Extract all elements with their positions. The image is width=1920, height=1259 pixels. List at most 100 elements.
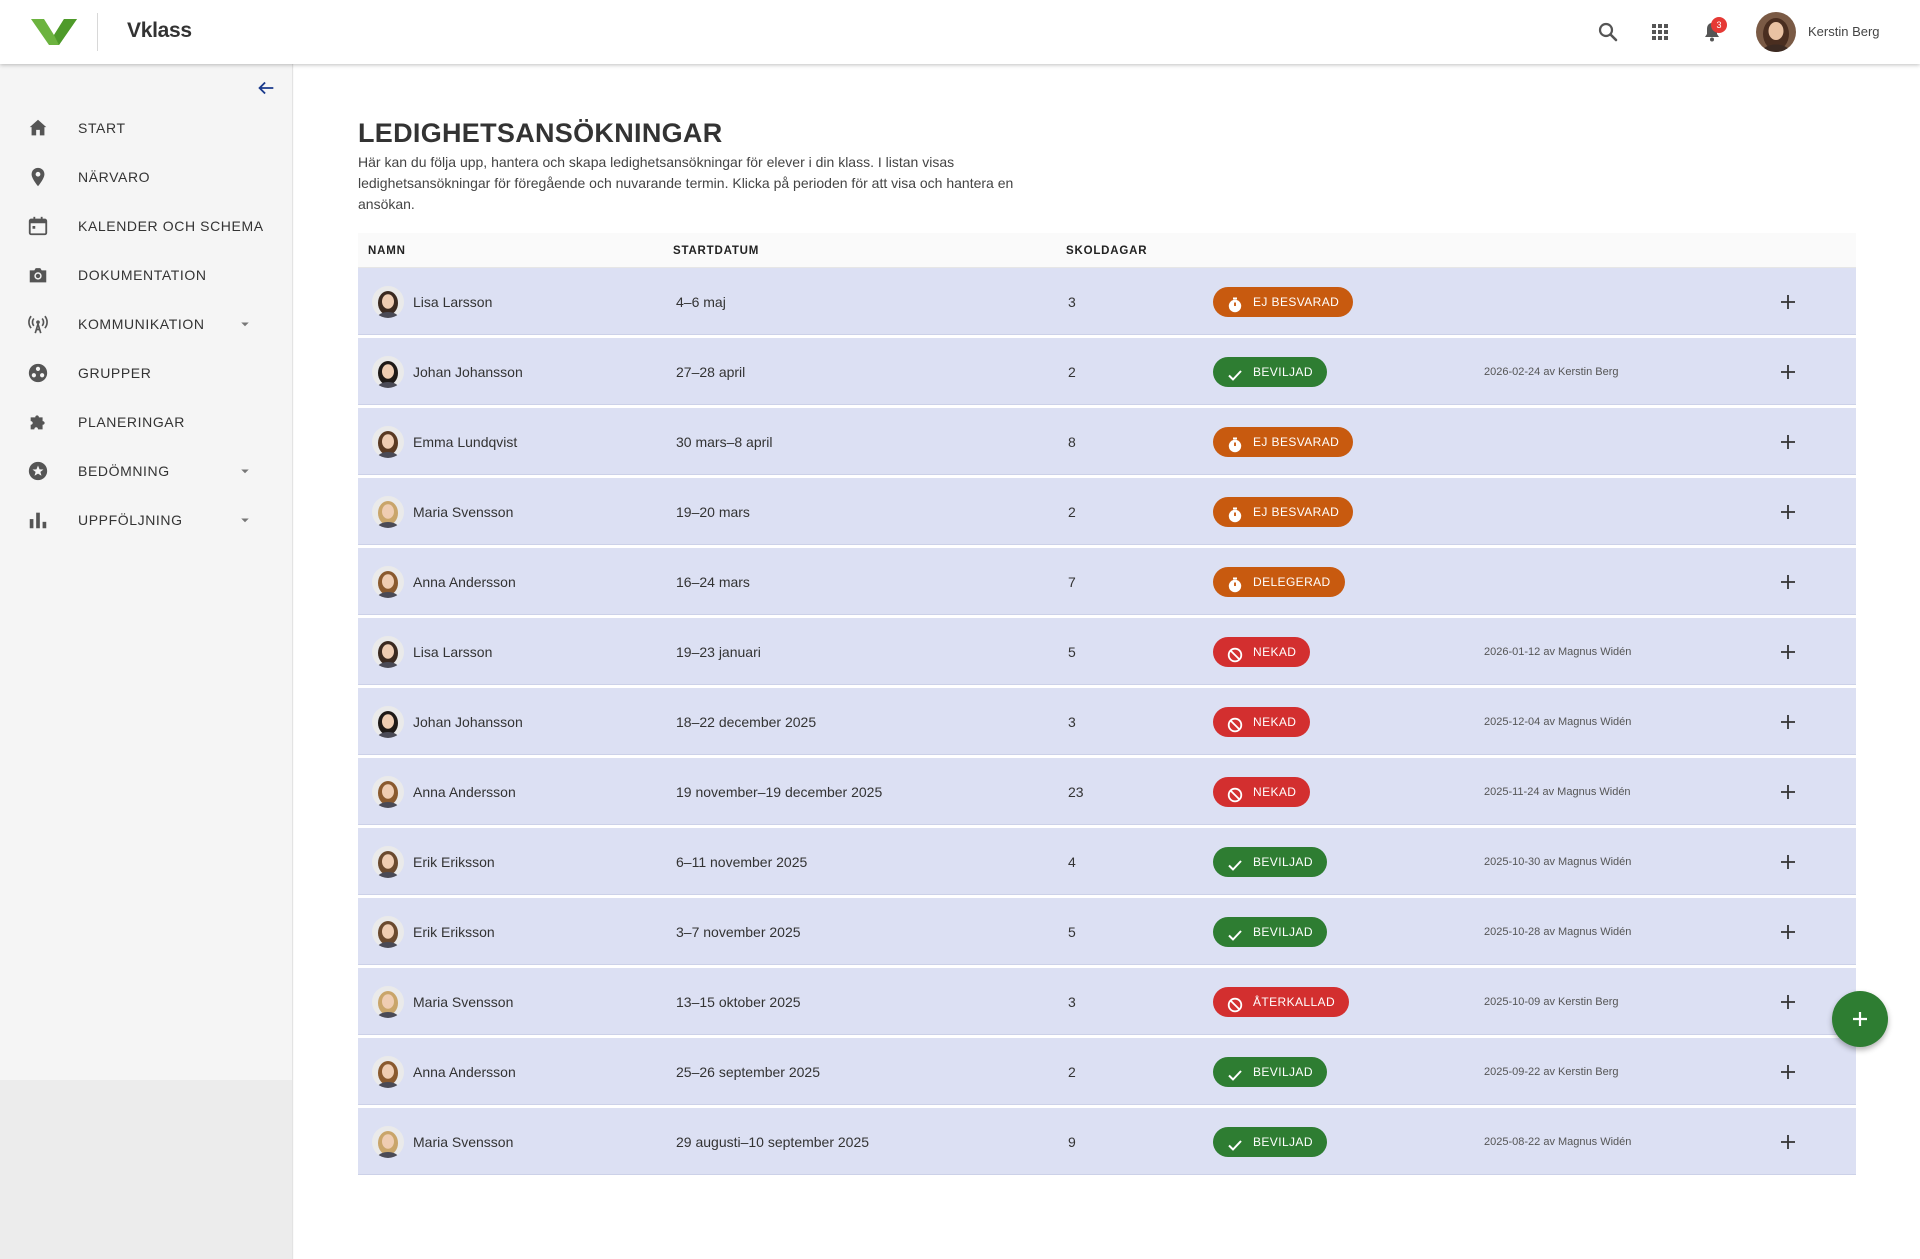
expand-row-plus-icon[interactable] <box>1776 360 1800 384</box>
sidebar-item-grupper[interactable]: GRUPPER <box>0 350 293 398</box>
expand-row-plus-icon[interactable] <box>1776 1130 1800 1154</box>
leave-period-link[interactable]: 16–24 mars <box>676 574 750 590</box>
notification-count-badge: 3 <box>1711 17 1727 33</box>
table-row[interactable]: Johan Johansson 27–28 april 2 BEVILJAD 2026-… <box>358 338 1856 405</box>
leave-requests-table: NAMN STARTDATUM SKOLDAGAR Lisa Larsson 4–… <box>358 233 1856 1175</box>
expand-row-plus-icon[interactable] <box>1776 570 1800 594</box>
leave-period-link[interactable]: 19–20 mars <box>676 504 750 520</box>
chevron-down-icon[interactable] <box>236 315 254 333</box>
status-label: EJ BESVARAD <box>1253 505 1340 519</box>
sidebar-item-label: UPPFÖLJNING <box>78 512 183 528</box>
status-badge: BEVILJAD <box>1213 917 1327 947</box>
sidebar-item-närvaro[interactable]: NÄRVARO <box>0 154 293 202</box>
status-badge: EJ BESVARAD <box>1213 497 1354 527</box>
puzzle-icon <box>27 411 49 433</box>
school-days-count: 5 <box>1068 924 1076 940</box>
school-days-count: 2 <box>1068 504 1076 520</box>
leave-period-link[interactable]: 29 augusti–10 september 2025 <box>676 1134 869 1150</box>
block-icon <box>1227 994 1243 1013</box>
table-row[interactable]: Lisa Larsson 4–6 maj 3 EJ BESVARAD <box>358 268 1856 335</box>
expand-row-plus-icon[interactable] <box>1776 500 1800 524</box>
checkmark-icon <box>1227 1064 1243 1081</box>
leave-period-link[interactable]: 30 mars–8 april <box>676 434 773 450</box>
school-days-count: 7 <box>1068 574 1076 590</box>
apps-grid-icon[interactable] <box>1648 20 1672 44</box>
table-row[interactable]: Maria Svensson 29 augusti–10 september 20… <box>358 1108 1856 1175</box>
chevron-down-icon[interactable] <box>236 462 254 480</box>
leave-period-link[interactable]: 4–6 maj <box>676 294 726 310</box>
student-name: Erik Eriksson <box>413 924 495 940</box>
expand-row-plus-icon[interactable] <box>1776 710 1800 734</box>
school-days-count: 3 <box>1068 994 1076 1010</box>
table-row[interactable]: Lisa Larsson 19–23 januari 5 NEKAD 2026-01-1… <box>358 618 1856 685</box>
school-days-count: 9 <box>1068 1134 1076 1150</box>
search-icon[interactable] <box>1596 20 1620 44</box>
status-badge: NEKAD <box>1213 637 1311 667</box>
school-days-count: 2 <box>1068 1064 1076 1080</box>
student-name: Lisa Larsson <box>413 294 493 310</box>
expand-row-plus-icon[interactable] <box>1776 290 1800 314</box>
student-name: Maria Svensson <box>413 504 514 520</box>
table-row[interactable]: Maria Svensson 13–15 oktober 2025 3 ÅTERKAL… <box>358 968 1856 1035</box>
calendar-icon <box>27 215 49 237</box>
leave-period-link[interactable]: 27–28 april <box>676 364 745 380</box>
table-row[interactable]: Anna Andersson 16–24 mars 7 DELEGERAD <box>358 548 1856 615</box>
group-icon <box>27 362 49 384</box>
expand-row-plus-icon[interactable] <box>1776 850 1800 874</box>
leave-period-link[interactable]: 18–22 december 2025 <box>676 714 816 730</box>
status-badge: EJ BESVARAD <box>1213 427 1354 457</box>
sidebar-item-planeringar[interactable]: PLANERINGAR <box>0 399 293 447</box>
table-row[interactable]: Emma Lundqvist 30 mars–8 april 8 EJ BESVARA… <box>358 408 1856 475</box>
leave-period-link[interactable]: 13–15 oktober 2025 <box>676 994 801 1010</box>
school-days-count: 3 <box>1068 294 1076 310</box>
sidebar-item-dokumentation[interactable]: DOKUMENTATION <box>0 252 293 300</box>
home-icon <box>27 117 49 139</box>
school-days-count: 2 <box>1068 364 1076 380</box>
vklass-logo[interactable] <box>31 17 77 47</box>
collapse-sidebar-arrow-icon[interactable] <box>255 77 277 99</box>
sidebar-item-kommunikation[interactable]: KOMMUNIKATION <box>0 301 293 349</box>
expand-row-plus-icon[interactable] <box>1776 780 1800 804</box>
status-label: BEVILJAD <box>1253 925 1313 939</box>
table-row[interactable]: Maria Svensson 19–20 mars 2 EJ BESVARAD <box>358 478 1856 545</box>
stopwatch-icon <box>1227 434 1243 453</box>
table-row[interactable]: Anna Andersson 25–26 september 2025 2 BEVIL… <box>358 1038 1856 1105</box>
stopwatch-icon <box>1227 504 1243 523</box>
sidebar-item-label: KOMMUNIKATION <box>78 316 205 332</box>
expand-row-plus-icon[interactable] <box>1776 920 1800 944</box>
sidebar-item-bedömning[interactable]: BEDÖMNING <box>0 448 293 496</box>
user-avatar[interactable] <box>1756 12 1796 52</box>
column-header-name[interactable]: NAMN <box>368 245 406 257</box>
student-name: Anna Andersson <box>413 574 516 590</box>
chevron-down-icon[interactable] <box>236 511 254 529</box>
expand-row-plus-icon[interactable] <box>1776 430 1800 454</box>
student-avatar <box>372 1056 404 1088</box>
student-avatar <box>372 916 404 948</box>
logo-divider <box>97 13 98 51</box>
column-header-startdate[interactable]: STARTDATUM <box>673 245 759 257</box>
sidebar-item-uppföljning[interactable]: UPPFÖLJNING <box>0 497 293 545</box>
table-row[interactable]: Erik Eriksson 6–11 november 2025 4 BEVILJAD… <box>358 828 1856 895</box>
expand-row-plus-icon[interactable] <box>1776 640 1800 664</box>
leave-period-link[interactable]: 25–26 september 2025 <box>676 1064 820 1080</box>
checkmark-icon <box>1227 364 1243 381</box>
sidebar-item-start[interactable]: START <box>0 105 293 153</box>
school-days-count: 23 <box>1068 784 1084 800</box>
table-row[interactable]: Johan Johansson 18–22 december 2025 3 NEKAD… <box>358 688 1856 755</box>
block-icon <box>1227 784 1243 803</box>
table-row[interactable]: Erik Eriksson 3–7 november 2025 5 BEVILJAD 2… <box>358 898 1856 965</box>
sidebar-item-kalender-och-schema[interactable]: KALENDER OCH SCHEMA <box>0 203 293 251</box>
decision-info: 2025-10-30 av Magnus Widén <box>1484 856 1632 868</box>
leave-period-link[interactable]: 19 november–19 december 2025 <box>676 784 882 800</box>
column-header-schooldays[interactable]: SKOLDAGAR <box>1066 245 1147 257</box>
expand-row-plus-icon[interactable] <box>1776 1060 1800 1084</box>
add-leave-request-button[interactable] <box>1832 991 1888 1047</box>
leave-period-link[interactable]: 3–7 november 2025 <box>676 924 801 940</box>
sidebar-footer-area <box>0 1080 293 1259</box>
table-row[interactable]: Anna Andersson 19 november–19 december 20… <box>358 758 1856 825</box>
user-name[interactable]: Kerstin Berg <box>1808 24 1880 39</box>
school-days-count: 3 <box>1068 714 1076 730</box>
leave-period-link[interactable]: 6–11 november 2025 <box>676 854 807 870</box>
leave-period-link[interactable]: 19–23 januari <box>676 644 761 660</box>
expand-row-plus-icon[interactable] <box>1776 990 1800 1014</box>
